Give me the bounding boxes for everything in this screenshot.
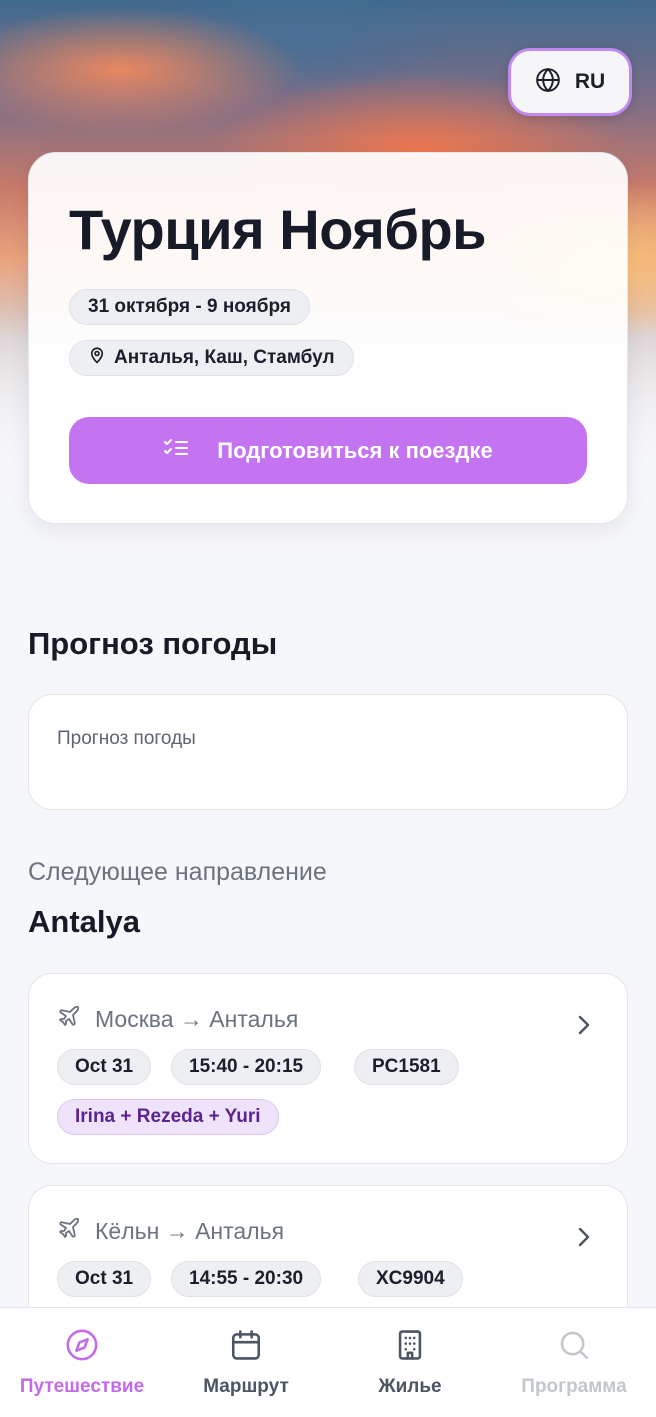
trip-dates: 31 октября - 9 ноября [88,296,291,317]
plane-icon [57,1004,81,1034]
nav-item-trip[interactable]: Путешествие [0,1308,164,1417]
checklist-icon [163,436,189,466]
trip-dates-chip: 31 октября - 9 ноября [69,289,310,325]
flight-date: Oct 31 [57,1049,152,1085]
globe-icon [535,67,561,98]
flight-people: Irina + Rezeda + Yuri [57,1099,279,1135]
next-destination-label: Следующее направление [28,858,327,886]
flight-time: 15:40 - 20:15 [171,1049,322,1085]
next-destination-name: Antalya [28,904,140,939]
trip-card: Турция Ноябрь 31 октября - 9 ноября Анта… [28,152,628,524]
flight-date: Oct 31 [57,1261,152,1297]
prepare-trip-label: Подготовиться к поездке [217,437,493,463]
nav-label: Программа [521,1376,627,1397]
nav-item-route[interactable]: Маршрут [164,1308,328,1417]
nav-item-housing[interactable]: Жилье [328,1308,492,1417]
search-icon [557,1328,591,1368]
weather-heading: Прогноз погоды [28,626,278,661]
nav-item-program[interactable]: Программа [492,1308,656,1417]
trip-locations-chip: Анталья, Каш, Стамбул [69,340,354,376]
building-icon [393,1328,427,1368]
nav-label: Путешествие [19,1376,145,1397]
flight-route-row: Кёльн → Анталья [57,1216,284,1246]
weather-card: Прогноз погоды [28,694,628,810]
flight-route-row: Москва → Анталья [57,1004,298,1034]
nav-label: Маршрут [203,1376,289,1397]
prepare-trip-button[interactable]: Подготовиться к поездке [69,417,587,484]
weather-card-text: Прогноз погоды [57,728,196,749]
language-button[interactable]: RU [508,48,632,116]
bottom-nav: Путешествие Маршрут Жилье Программа [0,1307,656,1417]
chevron-right-icon [577,1226,591,1253]
flight-route: Кёльн → Анталья [95,1217,285,1244]
flight-card[interactable]: Москва → Анталья Oct 31 15:40 - 20:15 PC… [28,973,628,1164]
flight-code: PC1581 [354,1049,459,1085]
nav-label: Жилье [378,1376,442,1397]
plane-icon [57,1216,81,1246]
language-code: RU [574,70,606,93]
chevron-right-icon [577,1014,591,1041]
flight-route: Москва → Анталья [95,1005,299,1032]
flight-time: 14:55 - 20:30 [171,1261,322,1297]
compass-icon [65,1328,99,1368]
map-pin-icon [88,345,106,371]
calendar-icon [229,1328,263,1368]
trip-title: Турция Ноябрь [69,198,487,261]
trip-locations: Анталья, Каш, Стамбул [114,347,335,368]
flight-code: XC9904 [358,1261,463,1297]
